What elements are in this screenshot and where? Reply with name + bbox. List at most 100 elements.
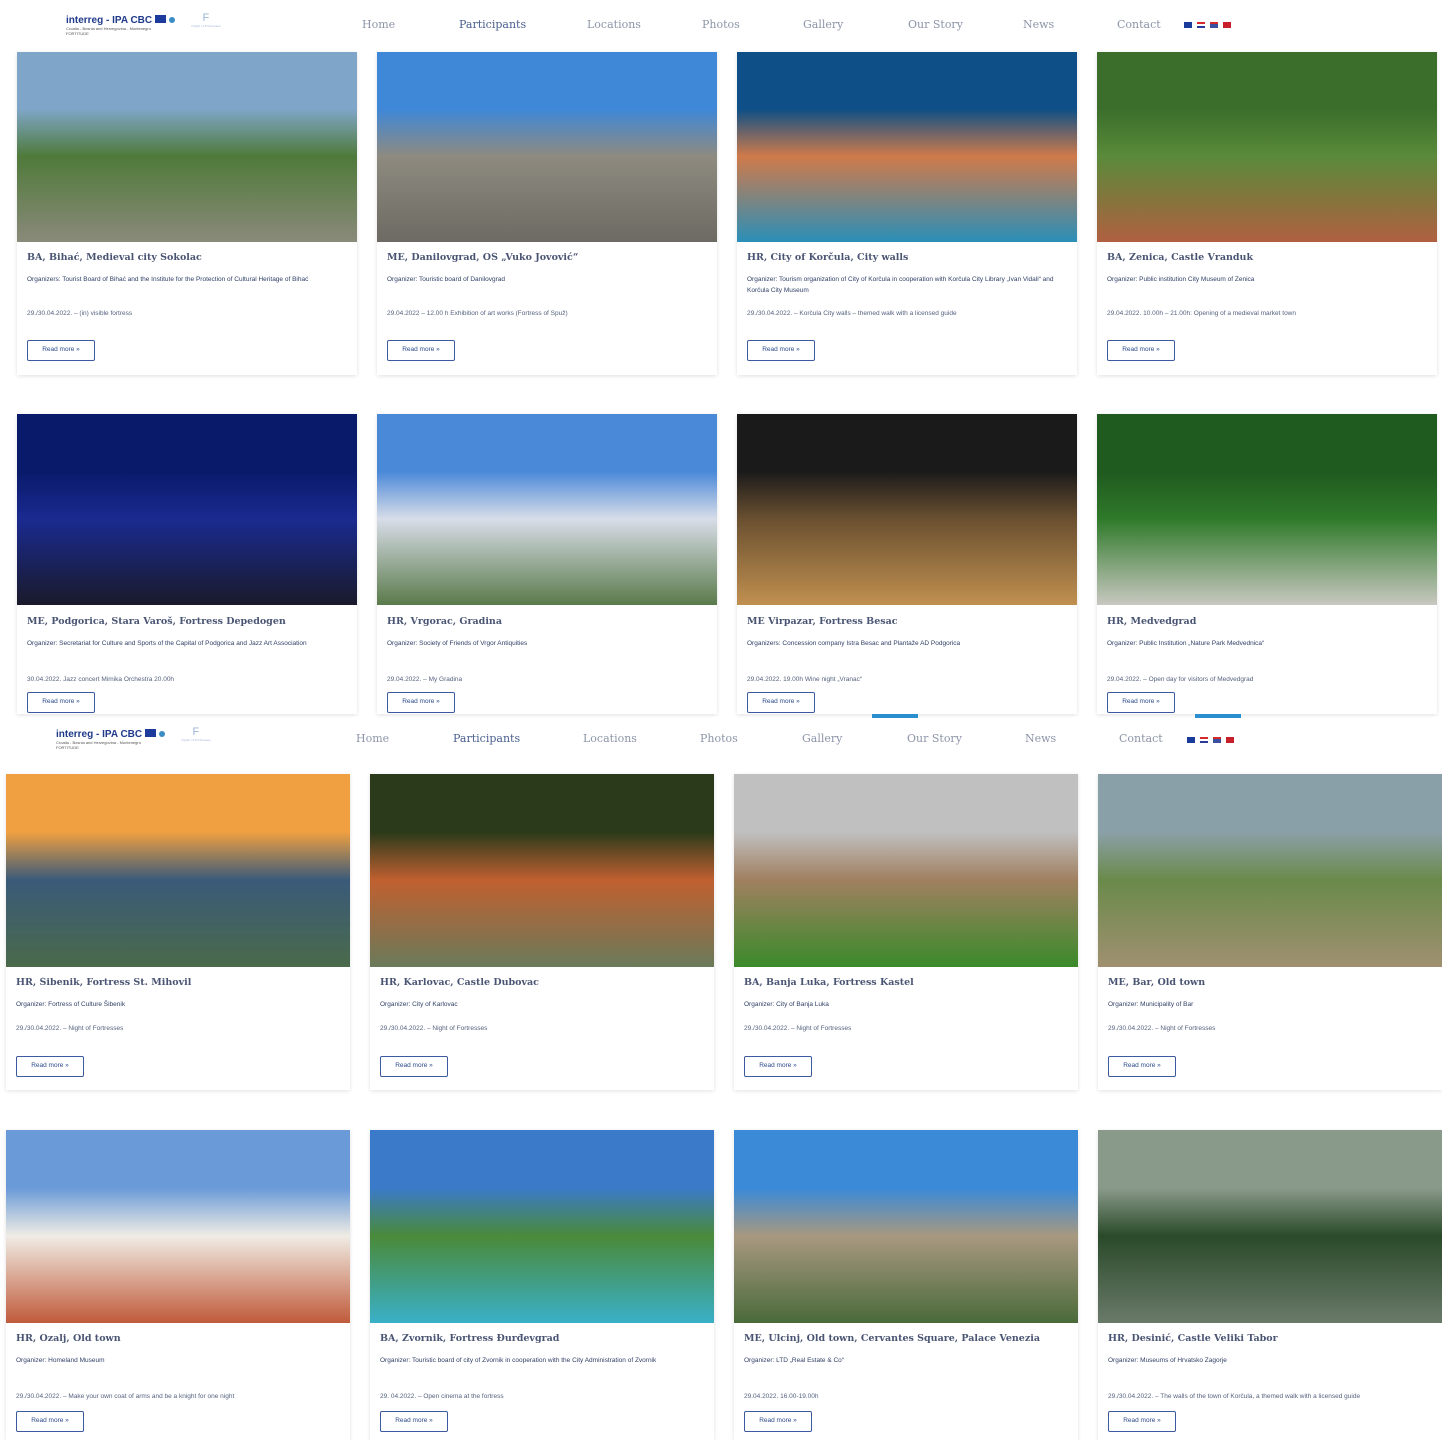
card-title[interactable]: ME, Bar, Old town	[1108, 977, 1432, 988]
top-navbar-2: interreg - IPA CBC Croatia - Bosnia and …	[0, 718, 1442, 764]
location-photo[interactable]	[737, 52, 1077, 242]
read-more-button[interactable]: Read more »	[747, 340, 815, 361]
card-title[interactable]: HR, Desinić, Castle Veliki Tabor	[1108, 1333, 1432, 1344]
card-date: 29.04.2022. – My Gradina	[387, 676, 463, 683]
participant-card: HR, City of Korčula, City walls Organizer…	[737, 52, 1077, 375]
read-more-button[interactable]: Read more »	[387, 340, 455, 361]
uk-flag-icon[interactable]	[1213, 737, 1221, 743]
top-navbar: interreg - IPA CBC Croatia - Bosnia and …	[0, 0, 1442, 48]
card-title[interactable]: ME, Danilovgrad, OŠ „Vuko Jovović“	[387, 252, 707, 263]
menu-item-participants[interactable]: Participants	[453, 732, 520, 745]
menu-item-home[interactable]: Home	[356, 732, 389, 745]
card-organizer: Organizers: Concession company Istra Bes…	[747, 640, 961, 647]
card-date: 29./30.04.2022. – The walls of the town …	[1108, 1393, 1361, 1400]
menu-item-photos[interactable]: Photos	[700, 732, 738, 745]
location-photo[interactable]	[734, 1130, 1078, 1323]
card-date: 30.04.2022. Jazz concert Mimika Orchestr…	[27, 676, 175, 683]
menu-item-gallery[interactable]: Gallery	[803, 18, 843, 31]
menu-item-contact[interactable]: Contact	[1119, 732, 1163, 745]
location-photo[interactable]	[737, 414, 1077, 605]
card-title[interactable]: HR, Medvedgrad	[1107, 616, 1427, 627]
read-more-button[interactable]: Read more »	[1108, 1056, 1176, 1077]
site-logo[interactable]: interreg - IPA CBC Croatia - Bosnia and …	[56, 726, 221, 752]
read-more-button[interactable]: Read more »	[1107, 692, 1175, 713]
card-date: 29.04.2022. 19.00h Wine night „Vranac“	[747, 676, 863, 683]
participant-card: ME Virpazar, Fortress Besac Organizers: C…	[737, 414, 1077, 714]
card-title[interactable]: BA, Zvornik, Fortress Đurđevgrad	[380, 1333, 704, 1344]
read-more-button[interactable]: Read more »	[1107, 340, 1175, 361]
card-organizer: Organizer: Homeland Museum	[16, 1357, 105, 1364]
menu-item-our-story[interactable]: Our Story	[908, 18, 963, 31]
montenegro-flag-icon[interactable]	[1223, 22, 1231, 28]
fortresses-logo: F Night of Fortresses	[171, 726, 221, 752]
montenegro-flag-icon[interactable]	[1226, 737, 1234, 743]
menu-item-contact[interactable]: Contact	[1117, 18, 1161, 31]
read-more-button[interactable]: Read more »	[16, 1411, 84, 1432]
menu-item-photos[interactable]: Photos	[702, 18, 740, 31]
location-photo[interactable]	[377, 52, 717, 242]
read-more-button[interactable]: Read more »	[380, 1411, 448, 1432]
card-title[interactable]: HR, Šibenik, Fortress St. Mihovil	[16, 977, 340, 988]
read-more-button[interactable]: Read more »	[744, 1411, 812, 1432]
menu-item-our-story[interactable]: Our Story	[907, 732, 962, 745]
participant-card: BA, Zvornik, Fortress Đurđevgrad Organize…	[370, 1130, 714, 1440]
location-photo[interactable]	[1097, 52, 1437, 242]
menu-item-locations[interactable]: Locations	[587, 18, 641, 31]
card-title[interactable]: HR, City of Korčula, City walls	[747, 252, 1067, 263]
location-photo[interactable]	[6, 1130, 350, 1323]
participant-card: BA, Bihać, Medieval city Sokolac Organize…	[17, 52, 357, 375]
participant-card: HR, Karlovac, Castle Dubovac Organizer: C…	[370, 774, 714, 1090]
card-title[interactable]: HR, Karlovac, Castle Dubovac	[380, 977, 704, 988]
location-photo[interactable]	[734, 774, 1078, 967]
card-title[interactable]: ME, Ulcinj, Old town, Cervantes Square, …	[744, 1333, 1068, 1344]
location-photo[interactable]	[1098, 774, 1442, 967]
card-organizer: Organizer: Tourism organization of City …	[747, 276, 1054, 294]
bosnia-flag-icon[interactable]	[1184, 22, 1192, 28]
croatia-flag-icon[interactable]	[1197, 22, 1205, 28]
uk-flag-icon[interactable]	[1210, 22, 1218, 28]
location-photo[interactable]	[370, 774, 714, 967]
card-date: 29.04.2022. – Open day for visitors of M…	[1107, 676, 1254, 683]
read-more-button[interactable]: Read more »	[27, 692, 95, 713]
card-date: 29.04.2022. 10.00h – 21.00h: Opening of …	[1107, 310, 1296, 317]
bosnia-flag-icon[interactable]	[1187, 737, 1195, 743]
menu-item-home[interactable]: Home	[362, 18, 395, 31]
read-more-button[interactable]: Read more »	[387, 692, 455, 713]
location-photo[interactable]	[17, 52, 357, 242]
location-photo[interactable]	[6, 774, 350, 967]
globe-icon	[168, 16, 175, 23]
card-date: 29./30.04.2022. – Korčula City walls – t…	[747, 310, 957, 317]
card-organizer: Organizer: Municipality of Bar	[1108, 1001, 1194, 1008]
card-title[interactable]: BA, Bihać, Medieval city Sokolac	[27, 252, 347, 263]
card-title[interactable]: ME Virpazar, Fortress Besac	[747, 616, 1067, 627]
card-date: 29./30.04.2022. – Night of Fortresses	[1108, 1025, 1216, 1032]
menu-item-news[interactable]: News	[1025, 732, 1056, 745]
card-title[interactable]: BA, Zenica, Castle Vranduk	[1107, 252, 1427, 263]
location-photo[interactable]	[1098, 1130, 1442, 1323]
read-more-button[interactable]: Read more »	[16, 1056, 84, 1077]
read-more-button[interactable]: Read more »	[1108, 1411, 1176, 1432]
location-photo[interactable]	[1097, 414, 1437, 605]
card-date: 29. 04.2022. – Open cinema at the fortre…	[380, 1393, 504, 1400]
menu-item-participants[interactable]: Participants	[459, 18, 526, 31]
menu-item-locations[interactable]: Locations	[583, 732, 637, 745]
read-more-button[interactable]: Read more »	[27, 340, 95, 361]
card-organizer: Organizer: City of Karlovac	[380, 1001, 458, 1008]
card-title[interactable]: ME, Podgorica, Stara Varoš, Fortress Dep…	[27, 616, 347, 627]
croatia-flag-icon[interactable]	[1200, 737, 1208, 743]
location-photo[interactable]	[17, 414, 357, 605]
site-logo[interactable]: interreg - IPA CBC Croatia - Bosnia and …	[66, 12, 231, 38]
card-date: 29./30.04.2022. – Night of Fortresses	[744, 1025, 852, 1032]
participant-card: ME, Podgorica, Stara Varoš, Fortress Dep…	[17, 414, 357, 714]
menu-item-news[interactable]: News	[1023, 18, 1054, 31]
location-photo[interactable]	[377, 414, 717, 605]
participant-card: HR, Ozalj, Old town Organizer: Homeland M…	[6, 1130, 350, 1440]
read-more-button[interactable]: Read more »	[380, 1056, 448, 1077]
menu-item-gallery[interactable]: Gallery	[802, 732, 842, 745]
card-title[interactable]: BA, Banja Luka, Fortress Kastel	[744, 977, 1068, 988]
card-title[interactable]: HR, Ozalj, Old town	[16, 1333, 340, 1344]
read-more-button[interactable]: Read more »	[744, 1056, 812, 1077]
location-photo[interactable]	[370, 1130, 714, 1323]
card-title[interactable]: HR, Vrgorac, Gradina	[387, 616, 707, 627]
read-more-button[interactable]: Read more »	[747, 692, 815, 713]
